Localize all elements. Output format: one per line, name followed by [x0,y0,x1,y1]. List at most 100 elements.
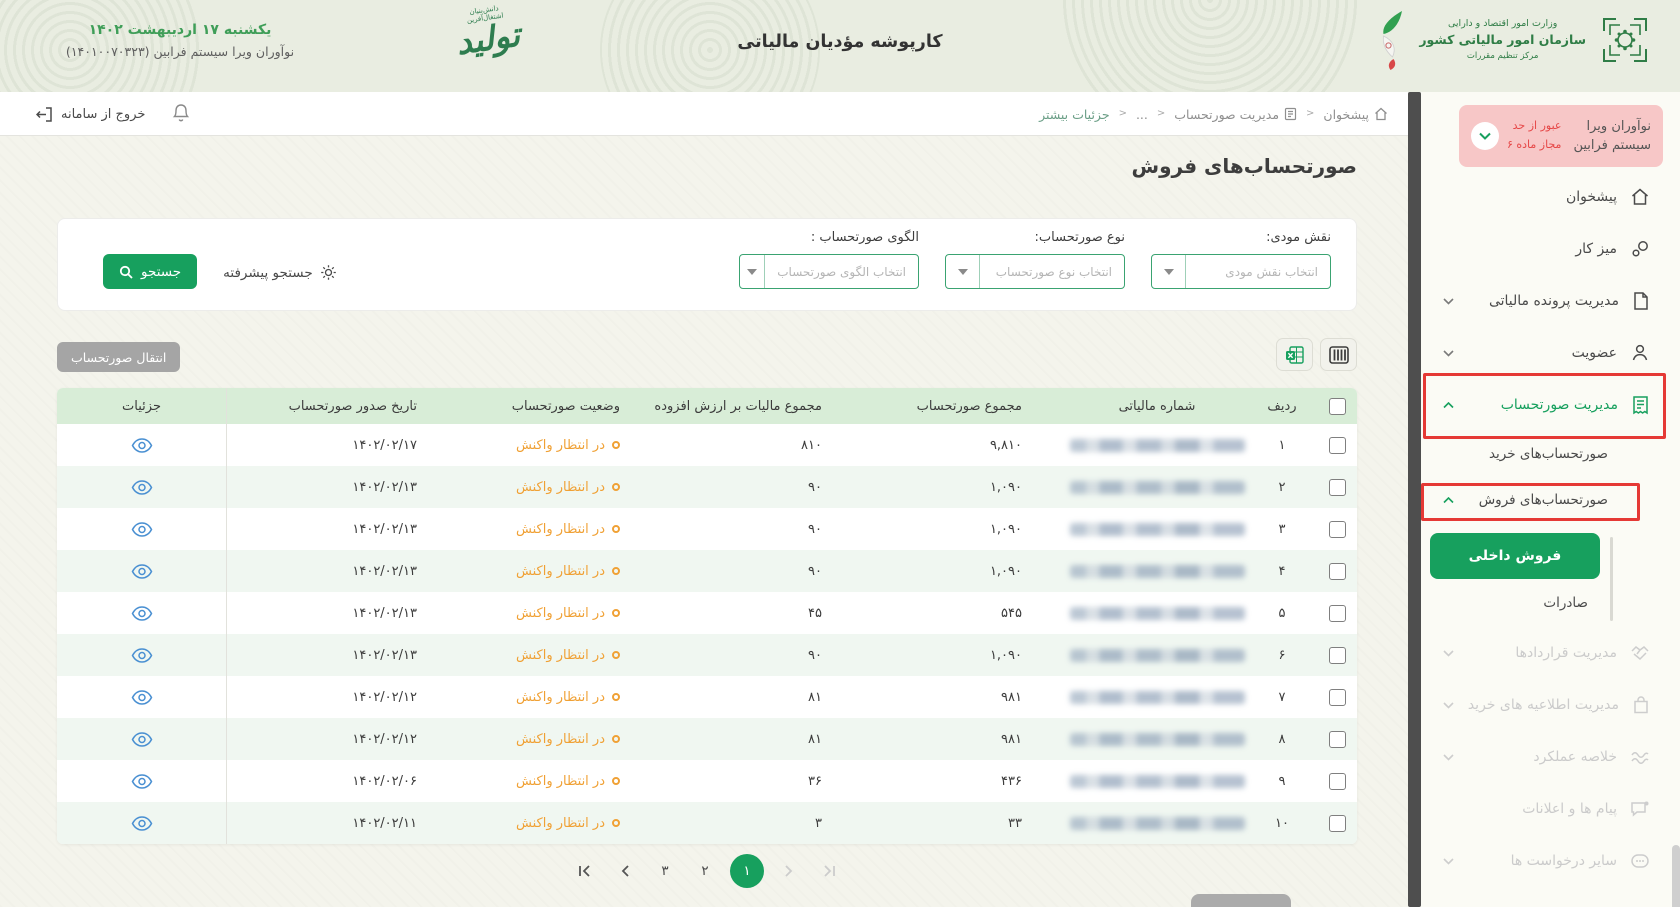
table-row: ۷ ۹۸۱ ۸۱ در انتظار واکنش ۱۴۰۲/۰۲/۱۲ [57,676,1357,718]
invoice-pattern-select[interactable]: انتخاب الگوی صورتحساب [739,254,919,289]
sidebar-item-other-requests[interactable]: سایر درخواست ها [1421,835,1680,887]
column-settings-button[interactable] [1320,338,1357,371]
sidebar: نوآوران ویرا سیستم فرابین عبور از حد مجا… [1421,92,1680,907]
logout-button[interactable]: خروج از سامانه [36,92,145,136]
breadcrumb: پیشخوان < مدیریت صورتحساب < ... < جزئیات… [1039,92,1388,136]
select-all-checkbox[interactable] [1329,398,1346,415]
advanced-search-link[interactable]: جستجو پیشرفته [223,264,337,289]
page-3-button[interactable]: ۳ [650,856,680,886]
sidebar-item-performance-summary[interactable]: خلاصه عملکرد [1421,731,1680,783]
status-text: در انتظار واکنش [516,774,605,789]
tax-number-redacted [1070,733,1245,746]
breadcrumb-home[interactable]: پیشخوان [1323,107,1388,122]
next-page-button-disabled [774,856,804,886]
row-checkbox[interactable] [1329,815,1346,832]
page-2-button[interactable]: ۲ [690,856,720,886]
row-checkbox[interactable] [1329,521,1346,538]
row-checkbox[interactable] [1329,563,1346,580]
sidebar-item-exports[interactable]: صادرات [1421,579,1680,627]
issue-date: ۱۴۰۲/۰۲/۱۳ [227,508,442,550]
view-details-eye-icon[interactable] [131,816,153,831]
internal-sales-button[interactable]: فروش داخلی [1430,533,1600,579]
article6-limit-warning: عبور از حد مجاز ماده ۶ [1507,117,1561,154]
sidebar-item-purchase-notices[interactable]: مدیریت اطلاعیه های خرید [1421,679,1680,731]
row-checkbox[interactable] [1329,479,1346,496]
tax-number-redacted [1070,607,1245,620]
view-details-eye-icon[interactable] [131,438,153,453]
header-details: جزئیات [57,388,227,424]
chevron-down-icon [1443,858,1454,865]
notifications-bell-icon[interactable] [172,103,190,123]
filter-label: نقش مودی: [1266,230,1331,245]
status-dot-icon [612,441,620,449]
previous-page-button[interactable] [610,856,640,886]
issue-date: ۱۴۰۲/۰۲/۱۲ [227,676,442,718]
issue-date: ۱۴۰۲/۰۲/۰۶ [227,760,442,802]
invoice-total: ۴۳۶ [877,760,1067,802]
row-checkbox[interactable] [1329,437,1346,454]
sidebar-item-membership[interactable]: عضویت [1421,327,1680,379]
issue-date: ۱۴۰۲/۰۲/۱۳ [227,550,442,592]
header-invoice-total: مجموع صورتحساب [877,388,1067,424]
search-icon [119,265,133,279]
breadcrumb-separator: < [1119,108,1127,119]
status-dot-icon [612,609,620,617]
breadcrumb-ellipsis[interactable]: ... [1136,107,1148,122]
invoice-total: ۱,۰۹۰ [877,508,1067,550]
row-number: ۱ [1247,424,1317,466]
ministry-text-block: وزارت امور اقتصاد و دارایی سازمان امور م… [1419,17,1586,63]
view-details-eye-icon[interactable] [131,480,153,495]
view-details-eye-icon[interactable] [131,522,153,537]
invoice-type-select[interactable]: انتخاب نوع صورتحساب [945,254,1125,289]
user-card-expand-button[interactable] [1471,122,1499,150]
row-checkbox[interactable] [1329,647,1346,664]
ministry-line-1: وزارت امور اقتصاد و دارایی [1419,17,1586,31]
clipped-bottom-button[interactable] [1191,894,1291,907]
header-vat-total: مجموع مالیات بر ارزش افزوده [632,388,877,424]
table-body: ۱ ۹,۸۱۰ ۸۱۰ در انتظار واکنش ۱۴۰۲/۰۲/۱۷ ۲… [57,424,1357,844]
sidebar-item-dashboard[interactable]: پیشخوان [1421,171,1680,223]
row-number: ۱۰ [1247,802,1317,844]
search-button-label: جستجو [141,264,181,280]
window-scrollbar-thumb[interactable] [1672,845,1680,907]
issue-date: ۱۴۰۲/۰۲/۱۷ [227,424,442,466]
sidebar-item-contracts-management[interactable]: مدیریت قراردادها [1421,627,1680,679]
search-button[interactable]: جستجو [103,254,197,289]
excel-export-button[interactable] [1276,338,1313,371]
logout-icon [36,106,53,123]
view-details-eye-icon[interactable] [131,690,153,705]
status-dot-icon [612,819,620,827]
row-checkbox[interactable] [1329,773,1346,790]
current-date: یکشنبه ۱۷ اردیبهشت ۱۴۰۲ [30,22,330,38]
status-dot-icon [612,777,620,785]
view-details-eye-icon[interactable] [131,648,153,663]
sales-submenu: فروش داخلی صادرات [1421,533,1680,627]
sidebar-item-invoice-management[interactable]: مدیریت صورتحساب [1421,379,1680,431]
row-checkbox[interactable] [1329,605,1346,622]
sidebar-item-purchase-invoices[interactable]: صورتحساب‌های خرید [1421,431,1680,477]
view-details-eye-icon[interactable] [131,732,153,747]
issue-date: ۱۴۰۲/۰۲/۱۳ [227,466,442,508]
sidebar-item-messages-notifications[interactable]: پیام ها و اعلانات [1421,783,1680,835]
sidebar-item-workdesk[interactable]: میز کار [1421,223,1680,275]
chevron-down-icon [1443,702,1454,709]
status-badge: در انتظار واکنش [516,606,620,621]
sidebar-scrollbar[interactable] [1408,92,1421,907]
sidebar-item-tax-file-management[interactable]: مدیریت پرونده مالیاتی [1421,275,1680,327]
sidebar-item-sales-invoices[interactable]: صورتحساب‌های فروش [1421,477,1680,523]
chat-bubble-icon [1630,800,1650,818]
breadcrumb-invoice-management[interactable]: مدیریت صورتحساب [1174,107,1297,122]
pagination: ۳ ۲ ۱ [57,854,1357,888]
vat-total: ۳۶ [632,760,877,802]
view-details-eye-icon[interactable] [131,774,153,789]
row-checkbox[interactable] [1329,689,1346,706]
table-row: ۳ ۱,۰۹۰ ۹۰ در انتظار واکنش ۱۴۰۲/۰۲/۱۳ [57,508,1357,550]
first-page-button[interactable] [570,856,600,886]
transfer-invoice-button[interactable]: انتقال صورتحساب [57,342,180,372]
page-1-button-active[interactable]: ۱ [730,854,764,888]
view-details-eye-icon[interactable] [131,606,153,621]
taxpayer-role-select[interactable]: انتخاب نقش مودی [1151,254,1331,289]
row-checkbox[interactable] [1329,731,1346,748]
view-details-eye-icon[interactable] [131,564,153,579]
header-issue-date: تاریخ صدور صورتحساب [227,388,442,424]
